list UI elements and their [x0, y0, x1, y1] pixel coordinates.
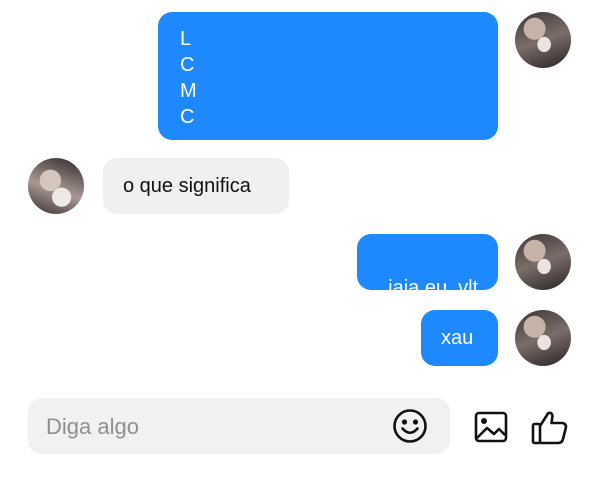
avatar[interactable] — [515, 12, 571, 68]
sent-message-bubble[interactable]: xau — [421, 310, 498, 366]
message-line: M — [180, 80, 197, 102]
message-input[interactable] — [44, 398, 378, 456]
message-line: C — [180, 106, 195, 128]
thumbs-up-icon[interactable] — [530, 407, 570, 447]
message-text: jaja eu vlt — [388, 277, 479, 299]
smiley-icon[interactable] — [392, 408, 428, 444]
message-composer — [28, 398, 450, 456]
message-line: L — [180, 28, 192, 50]
avatar[interactable] — [28, 158, 84, 214]
avatar[interactable] — [515, 234, 571, 290]
message-text: xau — [441, 327, 474, 349]
message-text: o que significa — [123, 175, 251, 197]
sent-message-bubble[interactable]: jaja eu vlt — [357, 234, 498, 299]
message-line: C — [180, 54, 195, 76]
avatar[interactable] — [515, 310, 571, 366]
received-message-bubble[interactable]: o que significa — [103, 158, 289, 214]
image-icon[interactable] — [473, 409, 509, 445]
sent-message-bubble[interactable]: L C M C — [158, 12, 498, 140]
